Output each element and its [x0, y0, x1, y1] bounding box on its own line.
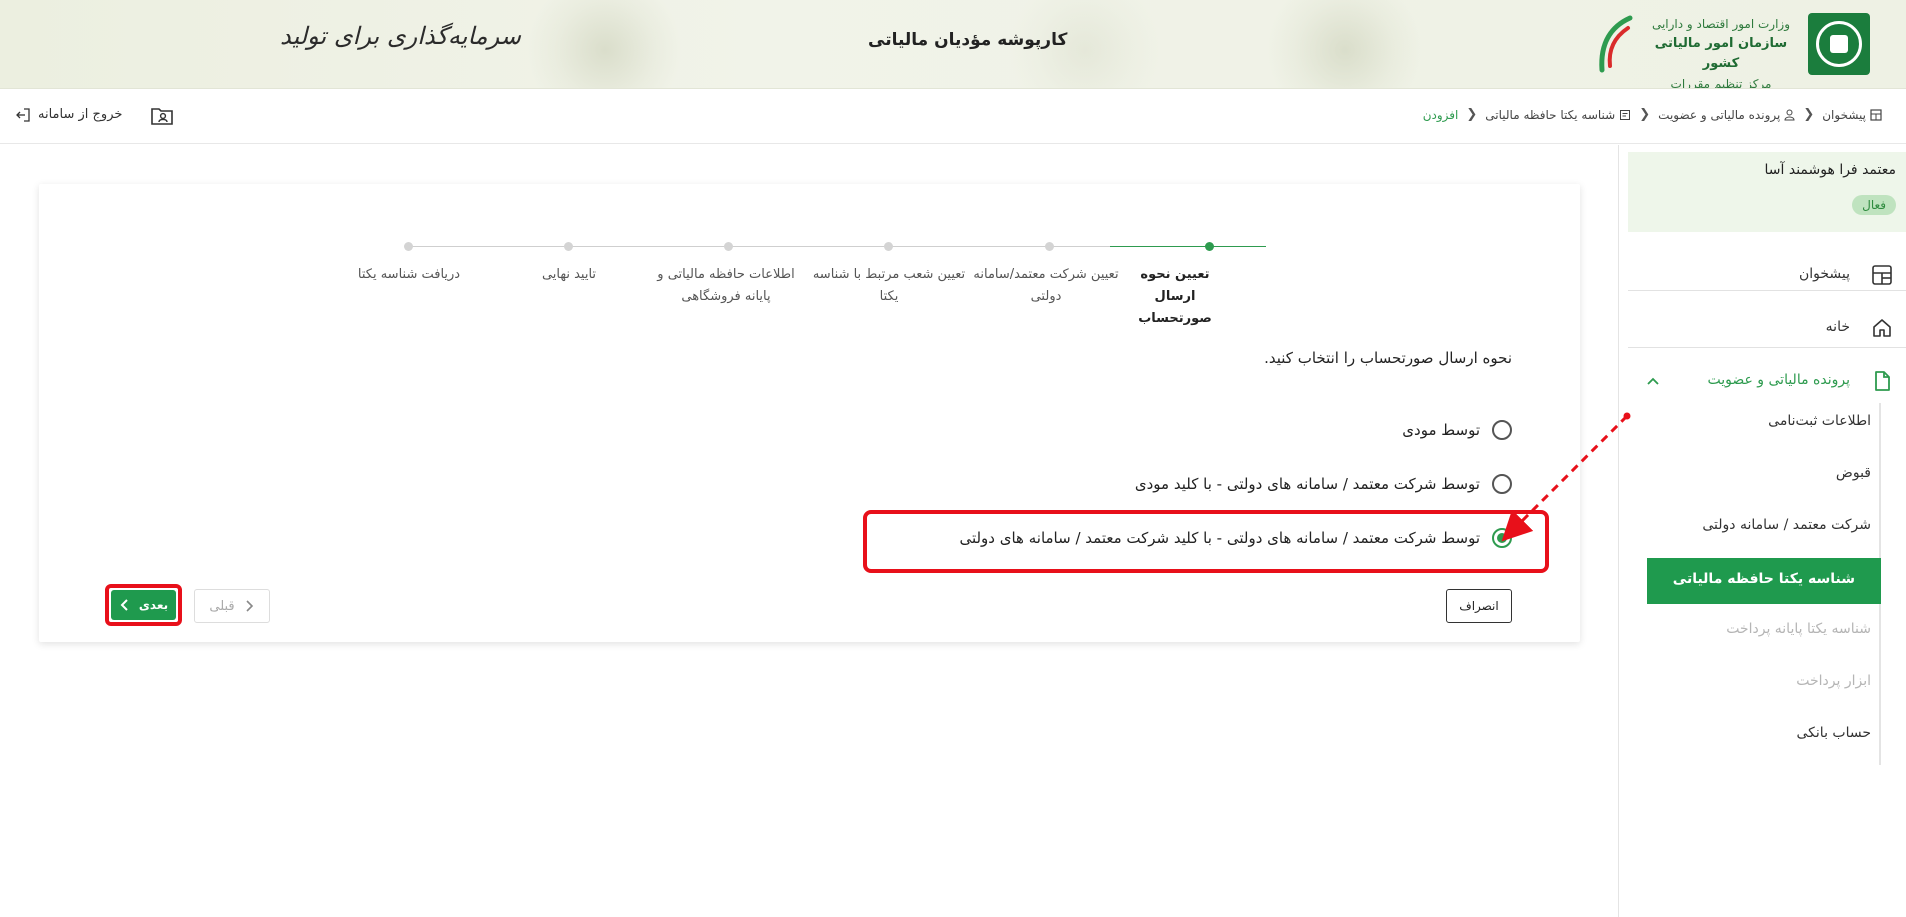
option-label: توسط شرکت معتمد / سامانه های دولتی - با … [1134, 475, 1480, 493]
breadcrumb-label: پرونده مالیاتی و عضویت [1658, 107, 1781, 122]
page-title: کارپوشه مؤدیان مالیاتی [868, 30, 1068, 50]
ministry-line-2: سازمان امور مالیاتی کشور [1654, 36, 1788, 71]
dashboard-icon [1870, 108, 1882, 121]
step-dot-1 [1205, 242, 1214, 251]
submenu-item-payment-terminal-id: شناسه یکتا پایانه پرداخت [1626, 611, 1879, 651]
submenu: اطلاعات ثبت‌نامی قبوض شرکت معتمد / سامان… [1628, 403, 1881, 765]
option-trusted-company-taxpayer-key[interactable]: توسط شرکت معتمد / سامانه های دولتی - با … [1135, 474, 1512, 494]
status-badge: فعال [1852, 195, 1896, 215]
option-by-taxpayer[interactable]: توسط مودی [1402, 420, 1512, 440]
document-icon [1620, 109, 1631, 120]
annotation-highlight-next: بعدی [105, 584, 182, 626]
step-label-4: اطلاعات حافظه مالیاتی و پایانه فروشگاهی [657, 267, 795, 304]
breadcrumb-item-memory-id[interactable]: شناسه یکتا حافظه مالیاتی [1485, 108, 1631, 122]
step-connector [629, 246, 789, 247]
submenu-label: قبوض [1835, 465, 1871, 481]
breadcrumb-label: شناسه یکتا حافظه مالیاتی [1485, 107, 1616, 122]
banner-ornament [1260, 0, 1430, 88]
divider [1628, 347, 1906, 348]
step-label-6: دریافت شناسه یکتا [357, 267, 461, 282]
submenu-item-registration-info[interactable]: اطلاعات ثبت‌نامی [1626, 403, 1879, 443]
cancel-button[interactable]: انصراف [1446, 589, 1512, 623]
next-label: بعدی [138, 598, 169, 612]
step-label-2: تعیین شرکت معتمد/سامانه دولتی [973, 267, 1119, 304]
breadcrumb: پیشخوان ❮ پرونده مالیاتی و عضویت ❮ شناسه… [1423, 107, 1882, 122]
sidebar-item-label: خانه [1825, 319, 1850, 335]
breadcrumb-item-add: افزودن [1423, 108, 1459, 122]
step-connector [469, 246, 629, 247]
form-card: تعیین نحوه ارسال صورتحساب تعیین شرکت معت… [39, 184, 1580, 642]
submenu-label: شرکت معتمد / سامانه دولتی [1702, 517, 1871, 533]
previous-label: قبلی [209, 598, 235, 614]
breadcrumb-label: افزودن [1422, 107, 1459, 122]
chevron-up-icon[interactable] [1646, 375, 1660, 389]
divider [1628, 290, 1906, 291]
radio-button[interactable] [1492, 420, 1512, 440]
header-banner: وزارت امور اقتصاد و دارایی سازمان امور م… [0, 0, 1906, 89]
submenu-label: اطلاعات ثبت‌نامی [1768, 413, 1871, 429]
exit-label: خروج از سامانه [38, 107, 123, 122]
step-dot-5 [564, 242, 573, 251]
sidebar-item-home[interactable]: خانه [1628, 303, 1906, 353]
step-connector [950, 246, 1110, 247]
chevron-left-icon: ❮ [1803, 107, 1815, 122]
submenu-label: شناسه یکتا حافظه مالیاتی [1672, 571, 1855, 587]
next-button[interactable]: بعدی [111, 590, 176, 620]
step-connector [1110, 246, 1266, 247]
previous-button[interactable]: قبلی [194, 589, 270, 623]
step-dot-3 [884, 242, 893, 251]
flag-logo-icon [1599, 15, 1633, 73]
dashboard-icon [1872, 265, 1892, 285]
step-dot-6 [404, 242, 413, 251]
profile-name: معتمد فرا هوشمند آسا [1764, 162, 1896, 178]
submenu-label: شناسه یکتا پایانه پرداخت [1726, 621, 1871, 637]
ministry-title: وزارت امور اقتصاد و دارایی سازمان امور م… [1646, 14, 1796, 89]
sidebar-item-label: پیشخوان [1798, 266, 1850, 282]
step-connector [409, 246, 469, 247]
profile-card: معتمد فرا هوشمند آسا فعال [1628, 152, 1906, 232]
breadcrumb-item-dashboard[interactable]: پیشخوان [1822, 108, 1882, 122]
sidebar: معتمد فرا هوشمند آسا فعال پیشخوان خانه پ… [1618, 145, 1906, 917]
breadcrumb-label: پیشخوان [1822, 107, 1866, 122]
slogan-calligraphy: سرمایه‌گذاری برای تولید [280, 22, 521, 50]
question-text: نحوه ارسال صورتحساب را انتخاب کنید. [1264, 349, 1512, 367]
chevron-left-icon: ❮ [1639, 107, 1651, 122]
folder-user-icon[interactable] [150, 105, 174, 127]
submenu-label: ابزار پرداخت [1796, 673, 1871, 689]
step-dot-4 [724, 242, 733, 251]
chevron-left-icon [120, 599, 128, 611]
tax-organization-logo [1808, 13, 1870, 75]
submenu-item-memory-id[interactable]: شناسه یکتا حافظه مالیاتی [1647, 558, 1881, 604]
stepper: تعیین نحوه ارسال صورتحساب تعیین شرکت معت… [39, 184, 1580, 326]
user-icon [1784, 109, 1795, 120]
step-connector [789, 246, 950, 247]
sidebar-item-dashboard[interactable]: پیشخوان [1628, 255, 1906, 295]
sidebar-item-tax-file[interactable]: پرونده مالیاتی و عضویت [1628, 355, 1906, 407]
logout-icon [16, 107, 30, 122]
step-label-3: تعیین شعب مرتبط با شناسه یکتا [812, 267, 966, 304]
submenu-label: حساب بانکی [1796, 725, 1872, 741]
radio-button[interactable] [1492, 474, 1512, 494]
chevron-right-icon [246, 600, 253, 612]
option-label: توسط مودی [1402, 421, 1480, 439]
exit-link[interactable]: خروج از سامانه [16, 107, 122, 122]
ministry-line-1: وزارت امور اقتصاد و دارایی [1651, 17, 1791, 31]
submenu-item-bills[interactable]: قبوض [1626, 455, 1879, 495]
ministry-line-3: مرکز تنظیم مقررات [1670, 77, 1772, 89]
annotation-highlight-box [863, 510, 1549, 573]
sidebar-item-label: پرونده مالیاتی و عضویت [1707, 372, 1850, 388]
banner-ornament [520, 0, 690, 88]
file-icon [1875, 371, 1890, 391]
chevron-left-icon: ❮ [1466, 107, 1478, 122]
step-dot-2 [1045, 242, 1054, 251]
step-label-5: تایید نهایی [541, 267, 597, 282]
submenu-item-trusted-company[interactable]: شرکت معتمد / سامانه دولتی [1626, 507, 1879, 547]
breadcrumb-item-tax-file[interactable]: پرونده مالیاتی و عضویت [1658, 108, 1795, 122]
home-icon [1873, 319, 1891, 337]
top-bar: پیشخوان ❮ پرونده مالیاتی و عضویت ❮ شناسه… [0, 89, 1906, 144]
submenu-item-bank-account[interactable]: حساب بانکی [1626, 715, 1879, 755]
submenu-item-payment-tools: ابزار پرداخت [1626, 663, 1879, 703]
step-label-1: تعیین نحوه ارسال صورتحساب [1138, 267, 1212, 326]
